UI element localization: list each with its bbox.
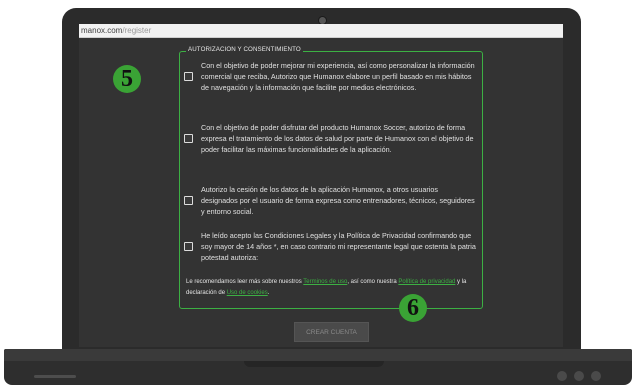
consent-item-legal: He leído acepto las Condiciones Legales … (184, 230, 476, 264)
privacy-policy-link[interactable]: Política de privacidad (398, 279, 455, 285)
laptop-screen: manox.com/register 5 AUTORIZACION Y CONS… (79, 24, 563, 347)
lid-notch (244, 361, 384, 367)
consent-checkbox-health[interactable] (184, 134, 193, 144)
consent-text-profile: Con el objetivo de poder mejorar mi expe… (201, 61, 475, 93)
address-bar[interactable]: manox.com/register (79, 24, 563, 38)
consent-item-sharing: Autorizo la cesión de los datos de la ap… (184, 184, 476, 218)
url-path: /register (122, 26, 152, 35)
laptop-base (4, 349, 632, 385)
indicator-dot (591, 371, 601, 381)
footer-suffix: . (267, 289, 270, 296)
indicator-dot (574, 371, 584, 381)
consent-item-profile: Con el objetivo de poder mejorar mi expe… (184, 60, 476, 94)
consent-item-health: Con el objetivo de poder disfrutar del p… (184, 122, 476, 156)
step-6-badge: 6 (399, 294, 427, 322)
consent-fieldset: AUTORIZACION Y CONSENTIMIENTO Con el obj… (179, 46, 483, 309)
vent-slot (34, 375, 76, 378)
footer-prefix: Le recomendamos leer más sobre nuestros (186, 279, 304, 285)
consent-text-sharing: Autorizo la cesión de los datos de la ap… (201, 185, 475, 217)
terms-of-use-link[interactable]: Terminos de uso (303, 279, 347, 285)
url-domain: manox.com (81, 26, 123, 35)
footer-middle: , así como nuestra (347, 279, 399, 285)
consent-text-health: Con el objetivo de poder disfrutar del p… (201, 123, 474, 155)
fieldset-legend: AUTORIZACION Y CONSENTIMIENTO (186, 46, 303, 53)
indicator-dot (557, 371, 567, 381)
legal-footer-note: Le recomendamos leer más sobre nuestros … (186, 277, 476, 298)
create-account-button[interactable]: CREAR CUENTA (294, 322, 369, 342)
consent-checkbox-legal[interactable] (184, 242, 193, 252)
base-top-edge (4, 349, 632, 361)
cookies-link[interactable]: Uso de cookies (227, 290, 268, 296)
step-5-badge: 5 (113, 65, 141, 93)
consent-text-legal: He leído acepto las Condiciones Legales … (201, 231, 476, 263)
consent-checkbox-profile[interactable] (184, 72, 193, 82)
consent-checkbox-sharing[interactable] (184, 196, 193, 206)
